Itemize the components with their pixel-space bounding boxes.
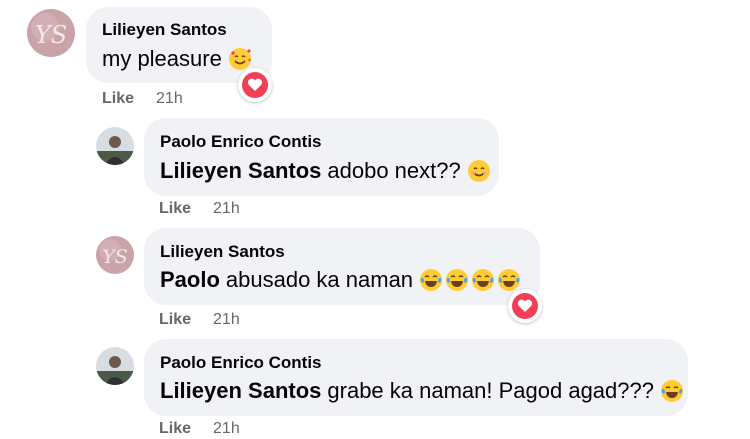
comment-thread: YS Lilieyen Santos my pleasure Like 21h … [0,0,750,439]
comment: Paolo Enrico Contis Lilieyen Santos grab… [0,0,750,439]
comment-text: Lilieyen Santos grabe ka naman! Pagod ag… [160,378,684,404]
comment-timestamp[interactable]: 21h [213,420,240,437]
avatar[interactable] [96,347,134,385]
tears-of-joy-icon [660,379,684,403]
like-button[interactable]: Like [159,420,191,437]
comment-body: grabe ka naman! Pagod agad??? [327,378,654,403]
comment-author[interactable]: Paolo Enrico Contis [160,353,322,373]
mention-link[interactable]: Lilieyen Santos [160,378,321,404]
comment-actions: Like 21h [159,420,240,438]
